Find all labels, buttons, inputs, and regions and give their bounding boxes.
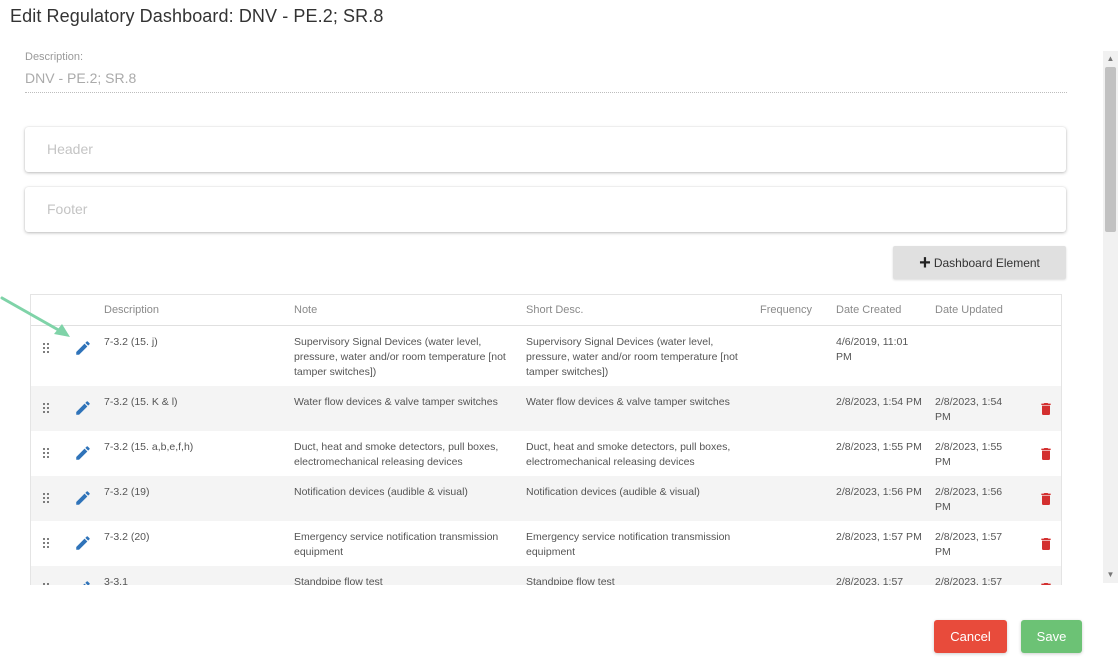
trash-icon[interactable] <box>1038 535 1054 553</box>
cell-date-created: 2/8/2023, 1:54 PM <box>836 396 922 408</box>
table-row: 7-3.2 (20) Emergency service notification… <box>31 521 1061 566</box>
cell-date-created: 2/8/2023, 1:57 PM <box>836 531 922 543</box>
scrollbar[interactable]: ▲ ▼ <box>1103 51 1118 583</box>
elements-table: Description Note Short Desc. Frequency D… <box>30 294 1062 585</box>
drag-handle-icon[interactable] <box>43 448 51 460</box>
drag-handle-icon[interactable] <box>43 583 51 585</box>
footer-panel[interactable]: Footer <box>25 187 1066 232</box>
footer-placeholder: Footer <box>47 201 88 217</box>
table-row: 3-3.1 Standpipe flow test Standpipe flow t… <box>31 566 1061 585</box>
cell-description: 3-3.1 <box>104 576 128 585</box>
drag-handle-icon[interactable] <box>43 403 51 415</box>
pencil-icon[interactable] <box>74 579 92 585</box>
cell-short-desc: Notification devices (audible & visual) <box>526 486 700 498</box>
cell-date-created: 2/8/2023, 1:56 PM <box>836 486 922 498</box>
plus-icon: + <box>919 251 931 274</box>
cell-description: 7-3.2 (19) <box>104 486 150 498</box>
save-button[interactable]: Save <box>1021 620 1082 653</box>
scroll-up-arrow-icon[interactable]: ▲ <box>1103 54 1118 64</box>
cell-note: Notification devices (audible & visual) <box>294 486 468 498</box>
cell-date-updated: 2/8/2023, 1:54 PM <box>935 396 1003 423</box>
pencil-icon[interactable] <box>74 489 92 507</box>
scrollbar-thumb[interactable] <box>1105 67 1116 232</box>
add-button-label: Dashboard Element <box>933 255 1040 270</box>
cell-note: Duct, heat and smoke detectors, pull box… <box>294 441 499 468</box>
cell-note: Water flow devices & valve tamper switch… <box>294 396 498 408</box>
cell-short-desc: Emergency service notification transmiss… <box>526 531 731 558</box>
description-field[interactable]: DNV - PE.2; SR.8 <box>25 70 1067 93</box>
cell-description: 7-3.2 (15. j) <box>104 336 158 348</box>
cell-short-desc: Supervisory Signal Devices (water level,… <box>526 336 738 378</box>
description-label: Description: <box>25 51 84 63</box>
cell-date-updated: 2/8/2023, 1:57 PM <box>935 531 1003 558</box>
trash-icon[interactable] <box>1038 445 1054 463</box>
cell-short-desc: Duct, heat and smoke detectors, pull box… <box>526 441 731 468</box>
table-row: 7-3.2 (15. a,b,e,f,h) Duct, heat and smok… <box>31 431 1061 476</box>
cell-short-desc: Standpipe flow test <box>526 576 615 585</box>
column-description[interactable]: Description <box>104 304 159 316</box>
cell-date-updated: 2/8/2023, 1:55 PM <box>935 441 1003 468</box>
scroll-down-arrow-icon[interactable]: ▼ <box>1103 570 1118 580</box>
table-row: 7-3.2 (19) Notification devices (audible … <box>31 476 1061 521</box>
drag-handle-icon[interactable] <box>43 538 51 550</box>
column-date-updated[interactable]: Date Updated <box>935 304 1003 316</box>
cell-description: 7-3.2 (15. K & l) <box>104 396 178 408</box>
trash-icon[interactable] <box>1038 580 1054 585</box>
cell-description: 7-3.2 (15. a,b,e,f,h) <box>104 441 194 453</box>
pencil-icon[interactable] <box>74 534 92 552</box>
table-header: Description Note Short Desc. Frequency D… <box>31 295 1061 326</box>
trash-icon[interactable] <box>1038 400 1054 418</box>
header-placeholder: Header <box>47 141 93 157</box>
page-title: Edit Regulatory Dashboard: DNV - PE.2; S… <box>10 6 384 26</box>
column-date-created[interactable]: Date Created <box>836 304 901 316</box>
cell-note: Emergency service notification transmiss… <box>294 531 499 558</box>
header-panel[interactable]: Header <box>25 127 1066 172</box>
add-dashboard-element-button[interactable]: + Dashboard Element <box>893 246 1066 279</box>
cell-note: Supervisory Signal Devices (water level,… <box>294 336 506 378</box>
cell-date-updated: 2/8/2023, 1:57 <box>935 576 1003 585</box>
cancel-button[interactable]: Cancel <box>934 620 1007 653</box>
cell-date-created: 4/6/2019, 11:01 PM <box>836 336 909 363</box>
annotation-arrow-icon <box>0 296 70 337</box>
column-frequency[interactable]: Frequency <box>760 304 812 316</box>
cell-note: Standpipe flow test <box>294 576 383 585</box>
table-row: 7-3.2 (15. K & l) Water flow devices & va… <box>31 386 1061 431</box>
cell-date-created: 2/8/2023, 1:57 <box>836 576 904 585</box>
cell-date-created: 2/8/2023, 1:55 PM <box>836 441 922 453</box>
pencil-icon[interactable] <box>74 399 92 417</box>
trash-icon[interactable] <box>1038 490 1054 508</box>
drag-handle-icon[interactable] <box>43 493 51 505</box>
pencil-icon[interactable] <box>74 444 92 462</box>
cell-date-updated: 2/8/2023, 1:56 PM <box>935 486 1003 513</box>
cell-short-desc: Water flow devices & valve tamper switch… <box>526 396 730 408</box>
cell-description: 7-3.2 (20) <box>104 531 150 543</box>
column-short-desc[interactable]: Short Desc. <box>526 304 583 316</box>
column-note[interactable]: Note <box>294 304 317 316</box>
table-row: 7-3.2 (15. j) Supervisory Signal Devices … <box>31 326 1061 386</box>
